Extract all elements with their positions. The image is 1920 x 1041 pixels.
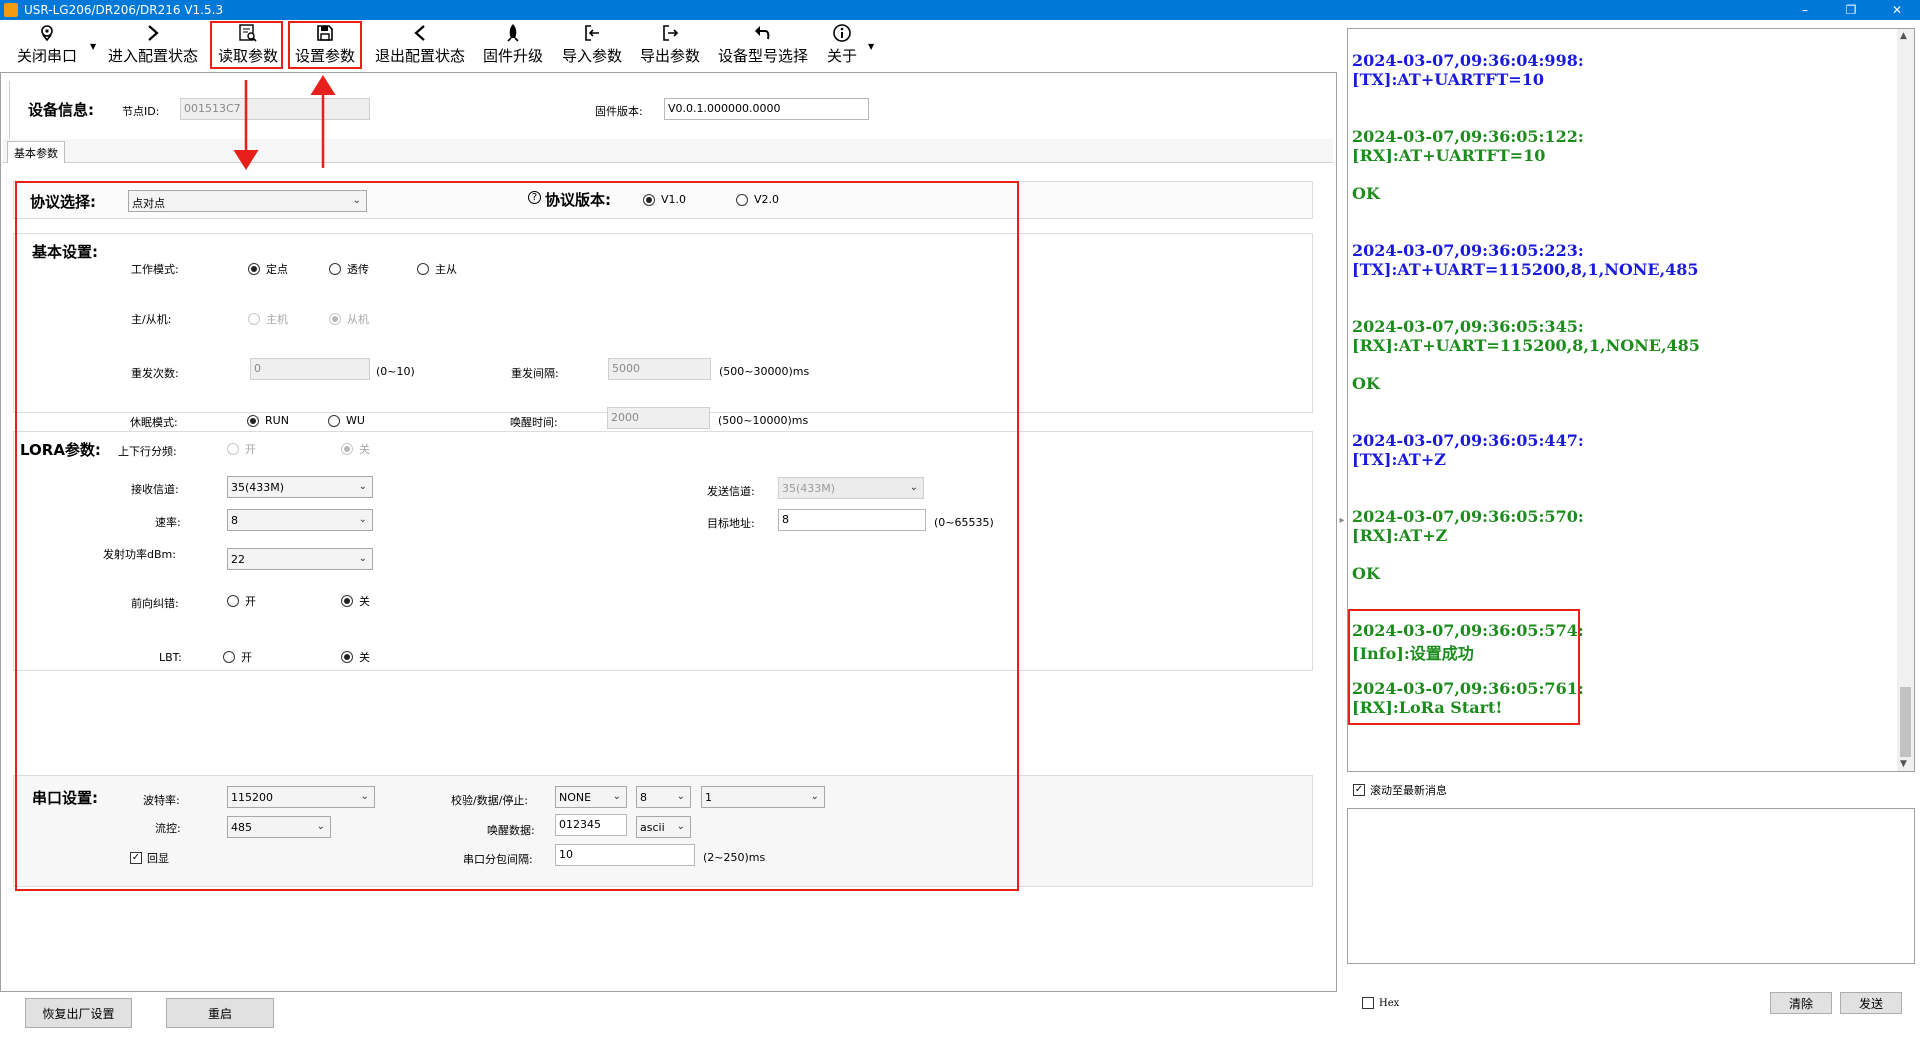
app-icon	[4, 3, 18, 17]
log-message: [RX]:AT+UART=115200,8,1,NONE,485	[1352, 336, 1700, 355]
exit-config-button[interactable]: 退出配置状态	[370, 22, 470, 68]
log-success-highlight	[1348, 609, 1580, 725]
set-params-highlight	[288, 21, 362, 69]
log-timestamp: 2024-03-07,09:36:05:345:	[1352, 317, 1584, 336]
info-icon	[832, 23, 852, 43]
chevron-up-icon[interactable]: ▲	[1900, 31, 1907, 41]
chevron-left-icon	[410, 23, 430, 43]
window-title: USR-LG206/DR206/DR216 V1.5.3	[24, 3, 224, 17]
restore-button[interactable]: ❐	[1828, 0, 1874, 20]
log-scrollbar[interactable]: ▲ ▼	[1897, 29, 1914, 771]
minimize-button[interactable]: –	[1782, 0, 1828, 20]
import-params-button[interactable]: 导入参数	[557, 22, 627, 68]
send-button[interactable]: 发送	[1840, 992, 1902, 1014]
node-id-label: 节点ID:	[122, 105, 160, 118]
toolbar: 关闭串口 ▼ 进入配置状态 读取参数 设置参数 退出配置状态 固件升级 导入参数…	[0, 20, 1345, 70]
chevron-down-icon[interactable]: ▼	[868, 42, 874, 51]
enter-config-button[interactable]: 进入配置状态	[103, 22, 203, 68]
params-highlight-box	[15, 181, 1019, 891]
chevron-down-icon[interactable]: ▼	[1900, 759, 1907, 769]
device-info-section: 设备信息: 节点ID: 001513C7 固件版本: V0.0.1.000000…	[9, 81, 1299, 139]
hex-checkbox[interactable]: Hex	[1362, 997, 1399, 1009]
log-ok: OK	[1352, 374, 1380, 393]
undo-arrow-icon	[753, 23, 773, 43]
firmware-upgrade-button[interactable]: 固件升级	[480, 22, 546, 68]
chevron-right-icon	[143, 23, 163, 43]
log-message: [RX]:AT+UARTFT=10	[1352, 146, 1546, 165]
read-params-highlight	[210, 21, 283, 69]
log-timestamp: 2024-03-07,09:36:05:122:	[1352, 127, 1584, 146]
restart-button[interactable]: 重启	[166, 998, 274, 1028]
autoscroll-checkbox[interactable]: ✓ 滚动至最新消息	[1353, 782, 1447, 798]
export-icon	[660, 23, 680, 43]
title-bar: USR-LG206/DR206/DR216 V1.5.3 – ❐ ✕	[0, 0, 1920, 20]
node-id-field: 001513C7	[180, 98, 370, 120]
firmware-version-label: 固件版本:	[595, 105, 643, 118]
log-timestamp: 2024-03-07,09:36:05:570:	[1352, 507, 1584, 526]
config-panel: 设备信息: 节点ID: 001513C7 固件版本: V0.0.1.000000…	[0, 72, 1337, 992]
rocket-icon	[503, 23, 523, 43]
log-message: [TX]:AT+UART=115200,8,1,NONE,485	[1352, 260, 1699, 279]
log-message: [RX]:AT+Z	[1352, 526, 1448, 545]
close-window-button[interactable]: ✕	[1874, 0, 1920, 20]
close-port-button[interactable]: 关闭串口	[12, 22, 82, 68]
firmware-version-field: V0.0.1.000000.0000	[664, 98, 869, 120]
export-params-button[interactable]: 导出参数	[635, 22, 705, 68]
about-button[interactable]: 关于	[822, 22, 862, 68]
log-message: [TX]:AT+UARTFT=10	[1352, 70, 1544, 89]
log-message: [TX]:AT+Z	[1352, 450, 1446, 469]
chevron-down-icon[interactable]: ▼	[90, 42, 96, 51]
factory-reset-button[interactable]: 恢复出厂设置	[25, 998, 132, 1028]
log-output: 2024-03-07,09:36:04:998: [TX]:AT+UARTFT=1…	[1347, 28, 1915, 772]
send-input[interactable]	[1347, 808, 1915, 964]
import-icon	[582, 23, 602, 43]
clear-button[interactable]: 清除	[1770, 992, 1832, 1014]
log-timestamp: 2024-03-07,09:36:05:223:	[1352, 241, 1584, 260]
tab-bar: 基本参数	[3, 139, 1333, 163]
device-model-button[interactable]: 设备型号选择	[713, 22, 813, 68]
location-pin-icon	[37, 23, 57, 43]
device-info-label: 设备信息:	[28, 101, 94, 119]
log-timestamp: 2024-03-07,09:36:04:998:	[1352, 51, 1584, 70]
log-timestamp: 2024-03-07,09:36:05:447:	[1352, 431, 1584, 450]
panel-splitter[interactable]: ▸	[1337, 480, 1347, 560]
log-ok: OK	[1352, 564, 1380, 583]
tab-basic-params[interactable]: 基本参数	[7, 141, 65, 163]
log-ok: OK	[1352, 184, 1380, 203]
scrollbar-thumb[interactable]	[1900, 687, 1911, 757]
